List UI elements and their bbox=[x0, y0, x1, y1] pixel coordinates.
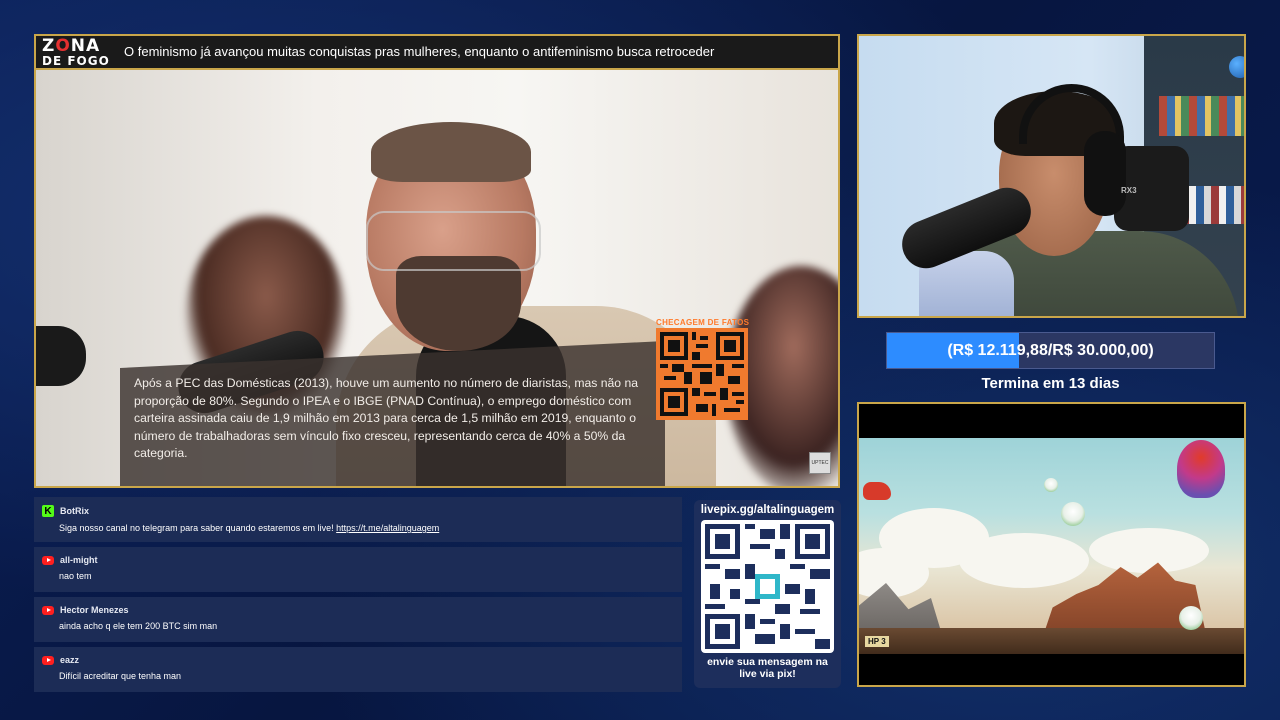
enemy-icon bbox=[1061, 502, 1085, 526]
books-row-top bbox=[1159, 96, 1244, 136]
donation-goal-deadline: Termina em 13 dias bbox=[981, 375, 1120, 392]
enemy-icon bbox=[1179, 606, 1203, 630]
channel-watermark: UPTEC bbox=[809, 452, 831, 474]
boss-bird-icon bbox=[1177, 440, 1225, 498]
chat-text: Difícil acreditar que tenha man bbox=[59, 671, 182, 681]
pix-url[interactable]: livepix.gg/altalinguagem bbox=[700, 504, 835, 516]
chat-message: eazz Difícil acreditar que tenha man bbox=[34, 647, 682, 692]
headset-brand-label: RX3 bbox=[1121, 186, 1137, 195]
youtube-icon bbox=[42, 605, 54, 615]
chat-text: Siga nosso canal no telegram para saber … bbox=[59, 523, 337, 533]
headphone-icon bbox=[1084, 131, 1126, 216]
speaker-hair bbox=[371, 122, 531, 182]
pix-qr-code[interactable] bbox=[701, 520, 834, 653]
webcam-panel: RX3 bbox=[857, 34, 1246, 318]
speaker-glasses bbox=[366, 211, 541, 271]
topic-title: O feminismo já avançou muitas conquistas… bbox=[124, 44, 715, 59]
fact-check-qr-code[interactable] bbox=[656, 328, 748, 420]
youtube-icon bbox=[42, 655, 54, 665]
zona-de-fogo-logo: ZONA DE FOGO bbox=[42, 35, 110, 68]
chat-username: all-might bbox=[60, 555, 98, 565]
game-hp-indicator: HP 3 bbox=[865, 636, 889, 647]
chat-text: ainda acho q ele tem 200 BTC sim man bbox=[59, 621, 218, 631]
fact-check-label: CHECAGEM DE FATOS bbox=[656, 318, 750, 327]
enemy-icon bbox=[1044, 478, 1058, 492]
globe-icon bbox=[1229, 56, 1244, 78]
game-view: HP 3 bbox=[859, 438, 1244, 654]
chat-message: K BotRix Siga nosso canal no telegram pa… bbox=[34, 497, 682, 542]
player-plane-icon bbox=[863, 482, 891, 500]
cloud bbox=[959, 533, 1089, 588]
game-capture-panel: HP 3 bbox=[857, 402, 1246, 687]
telegram-link[interactable]: https://t.me/altalinguagem bbox=[336, 523, 439, 533]
topic-bar: ZONA DE FOGO O feminismo já avançou muit… bbox=[36, 36, 838, 70]
donation-goal-bar: (R$ 12.119,88/R$ 30.000,00) bbox=[886, 332, 1215, 369]
pix-donation-card: livepix.gg/altalinguagem envie sua mensa… bbox=[694, 500, 841, 688]
kick-icon: K bbox=[42, 505, 54, 517]
chat-panel: K BotRix Siga nosso canal no telegram pa… bbox=[34, 497, 682, 697]
chat-username: eazz bbox=[60, 655, 80, 665]
main-video-panel: ZONA DE FOGO O feminismo já avançou muit… bbox=[34, 34, 840, 488]
qr-code-icon bbox=[660, 332, 744, 416]
pix-call-to-action: envie sua mensagem na live via pix! bbox=[707, 656, 828, 680]
youtube-icon bbox=[42, 555, 54, 565]
qr-code-icon bbox=[705, 524, 830, 649]
chat-message: all-might nao tem bbox=[34, 547, 682, 592]
chat-username: BotRix bbox=[60, 506, 89, 516]
microphone-left bbox=[36, 326, 86, 386]
cloud bbox=[1089, 528, 1209, 573]
ground bbox=[859, 628, 1244, 654]
chat-message: Hector Menezes ainda acho q ele tem 200 … bbox=[34, 597, 682, 642]
donation-goal-text: (R$ 12.119,88/R$ 30.000,00) bbox=[947, 341, 1154, 359]
chat-text: nao tem bbox=[59, 571, 92, 581]
chat-username: Hector Menezes bbox=[60, 605, 129, 615]
